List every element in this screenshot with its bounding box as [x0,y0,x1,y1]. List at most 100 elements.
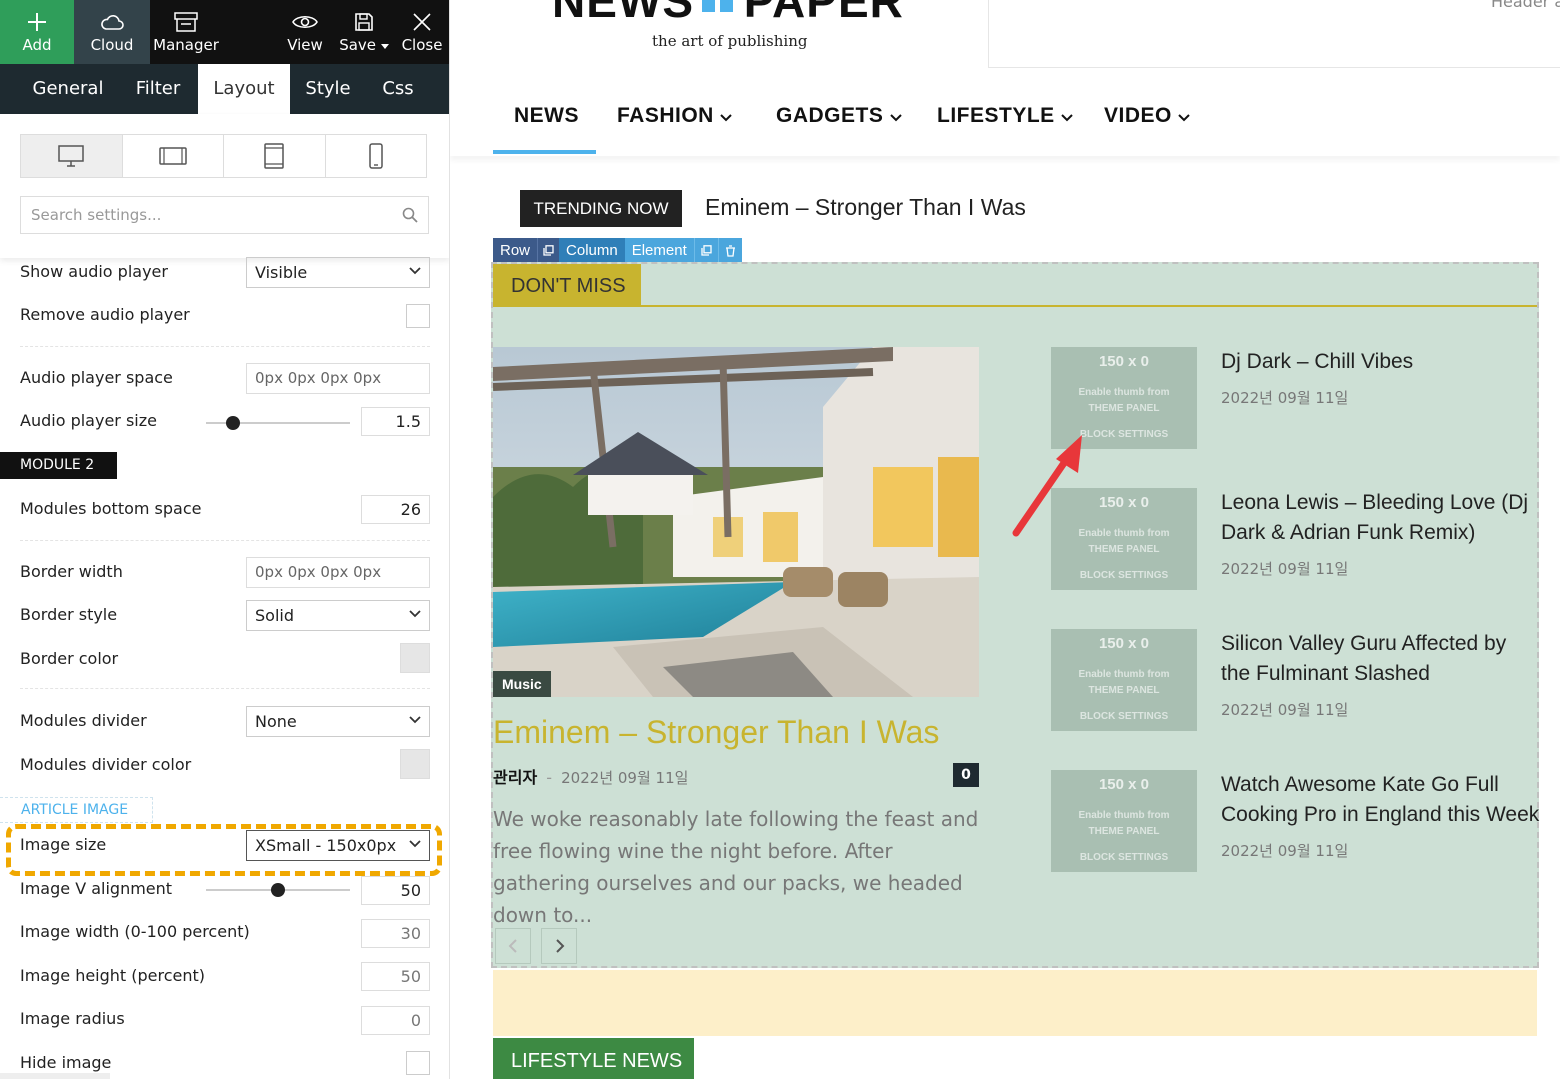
tablet-portrait-device-button[interactable] [224,135,326,177]
border-style-select[interactable]: Solid [246,600,430,631]
chevron-down-icon [409,716,421,724]
tab-filter[interactable]: Filter [118,64,198,114]
close-button[interactable]: Close [396,0,448,64]
editor-column-button[interactable]: Column [559,238,625,263]
audio-player-space-input[interactable]: 0px 0px 0px 0px [246,363,430,394]
border-width-input[interactable]: 0px 0px 0px 0px [246,557,430,588]
tablet-landscape-device-button[interactable] [123,135,224,177]
manager-button[interactable]: Manager [150,0,222,64]
audio-player-space-label: Audio player space [20,368,173,387]
image-width-input[interactable]: 30 [361,919,430,948]
divider [20,688,430,689]
side-article-date: 2022년 09월 11일 [1221,701,1349,719]
site-logo[interactable]: NEWS PAPER [552,0,904,28]
cloud-icon [101,15,124,30]
image-width-label: Image width (0-100 percent) [20,922,250,941]
red-arrow-annotation [1012,435,1082,537]
thumb-placeholder[interactable]: 150 x 0 Enable thumb from THEME PANEL BL… [1051,770,1197,872]
thumb-size: 150 x 0 [1098,776,1150,793]
thumb-placeholder[interactable]: 150 x 0 Enable thumb from THEME PANEL BL… [1051,629,1197,731]
header-ad-text: Header a [1491,0,1560,11]
article-image-section-header: ARTICLE IMAGE [0,797,153,823]
thumb-line2: THEME PANEL [1088,544,1160,555]
audio-player-size-slider[interactable] [206,416,350,430]
prev-page-button[interactable] [495,928,531,964]
side-article-title[interactable]: Silicon Valley Guru Affected by the Fulm… [1221,629,1541,689]
chevron-down-icon [409,267,421,275]
trending-title[interactable]: Eminem – Stronger Than I Was [705,194,1026,221]
row-copy-button[interactable] [537,238,560,263]
side-article-title[interactable]: Dj Dark – Chill Vibes [1221,347,1541,377]
nav-video-label: VIDEO [1104,104,1172,127]
author-name[interactable]: 관리자 [493,768,537,787]
empty-section [493,970,1537,1036]
modules-divider-value: None [255,712,297,731]
next-page-button[interactable] [541,928,577,964]
nav-fashion-label: FASHION [617,104,714,127]
chevron-down-icon [720,114,732,122]
show-audio-player-select[interactable]: Visible [246,257,430,288]
main-article-image[interactable] [493,347,979,697]
tablet-portrait-icon [264,143,284,169]
cloud-button[interactable]: Cloud [74,0,150,64]
show-audio-player-value: Visible [255,263,308,282]
nav-gadgets[interactable]: GADGETS [776,104,902,128]
hide-image-label: Hide image [20,1053,112,1072]
remove-audio-player-label: Remove audio player [20,305,190,324]
view-label: View [287,36,323,54]
comment-count-badge[interactable]: 0 [953,763,979,787]
copy-icon [701,245,712,256]
modules-divider-select[interactable]: None [246,706,430,737]
phone-device-button[interactable] [326,135,427,177]
tab-layout[interactable]: Layout [198,64,290,114]
slider-handle[interactable] [226,416,240,430]
nav-fashion[interactable]: FASHION [617,104,732,128]
image-v-alignment-slider[interactable] [206,883,350,897]
hide-image-checkbox[interactable] [406,1051,430,1075]
chevron-down-icon [409,840,421,848]
thumb-line2: THEME PANEL [1088,685,1160,696]
side-article-title[interactable]: Watch Awesome Kate Go Full Cooking Pro i… [1221,770,1551,830]
element-copy-button[interactable] [693,238,718,263]
image-size-select[interactable]: XSmall - 150x0px [246,830,430,861]
search-settings-input[interactable]: Search settings... [20,196,429,234]
border-color-swatch[interactable] [400,643,430,673]
desktop-icon [58,145,84,167]
element-delete-button[interactable] [717,238,742,263]
save-button[interactable]: Save [334,0,394,64]
thumb-line1: Enable thumb from [1078,669,1170,680]
close-label: Close [401,36,443,54]
settings-panel: Add Cloud Manager View Save Close Genera… [0,0,450,1079]
side-article-title[interactable]: Leona Lewis – Bleeding Love (Dj Dark & A… [1221,488,1541,548]
side-article-date: 2022년 09월 11일 [1221,560,1349,578]
image-radius-input[interactable]: 0 [361,1006,430,1035]
slider-handle[interactable] [271,883,285,897]
trending-now-badge: TRENDING NOW [520,190,682,227]
main-article-title[interactable]: Eminem – Stronger Than I Was [493,714,939,751]
image-v-alignment-input[interactable]: 50 [361,876,430,905]
category-badge[interactable]: Music [493,671,551,697]
editor-element-button[interactable]: Element [624,238,694,263]
image-height-input[interactable]: 50 [361,962,430,991]
image-size-label: Image size [20,835,107,854]
device-switcher [20,134,427,178]
nav-lifestyle[interactable]: LIFESTYLE [937,104,1073,128]
nav-video[interactable]: VIDEO [1104,104,1190,128]
add-button[interactable]: Add [0,0,74,64]
view-button[interactable]: View [278,0,332,64]
modules-divider-color-swatch[interactable] [400,749,430,779]
module2-section-header: MODULE 2 [0,452,117,479]
modules-bottom-space-label: Modules bottom space [20,499,202,518]
image-radius-label: Image radius [20,1009,125,1028]
tab-general[interactable]: General [18,64,118,114]
desktop-device-button[interactable] [21,135,123,177]
modules-bottom-space-input[interactable]: 26 [361,495,430,524]
tab-css[interactable]: Css [366,64,430,114]
audio-player-size-input[interactable]: 1.5 [361,407,430,436]
remove-audio-player-checkbox[interactable] [406,304,430,328]
editor-row-button[interactable]: Row [493,238,538,263]
tab-style[interactable]: Style [290,64,366,114]
nav-news[interactable]: NEWS [514,104,579,128]
eye-icon [292,15,318,29]
nav-active-underline [493,150,596,154]
